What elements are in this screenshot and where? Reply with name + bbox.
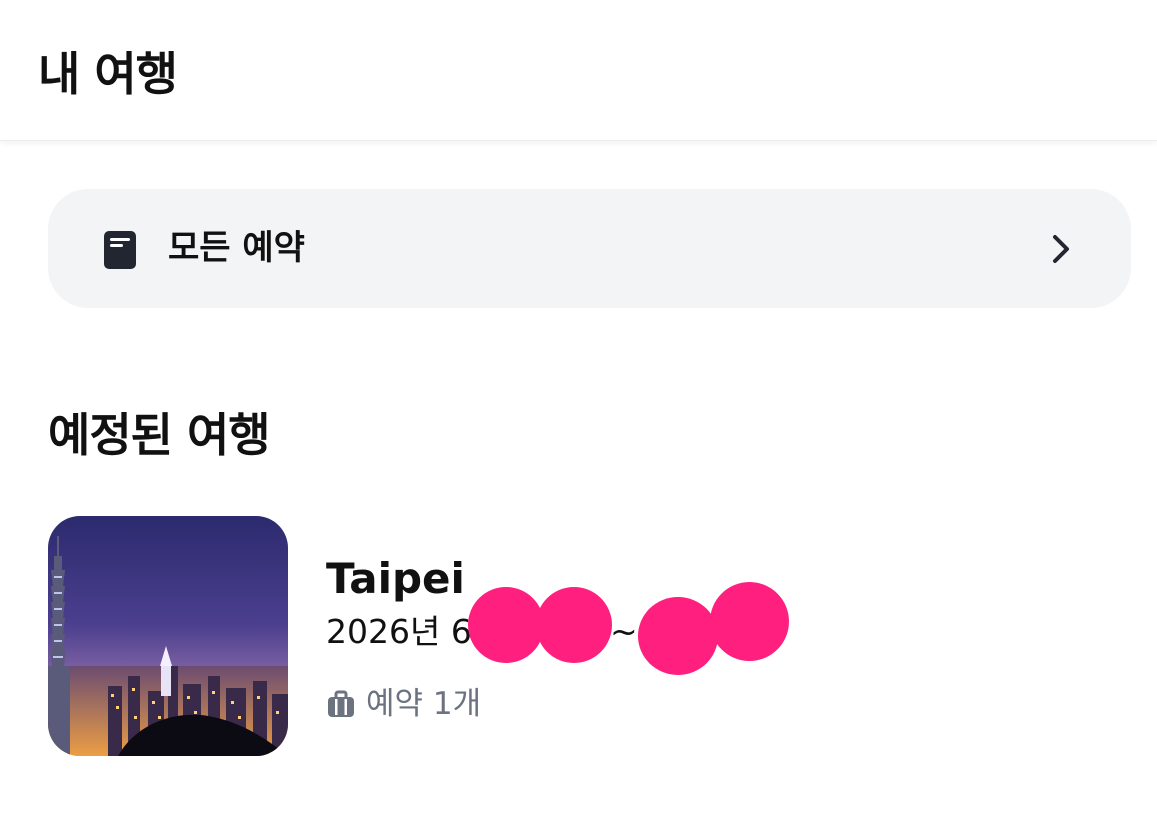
all-bookings-label: 모든 예약	[168, 228, 305, 268]
trip-city: Taipei	[326, 554, 465, 603]
trip-date-start: 2026년 6	[326, 612, 472, 651]
redaction-mark	[638, 597, 718, 675]
redaction-mark	[468, 587, 544, 663]
trip-bookings-count: 예약 1개	[366, 686, 482, 722]
suitcase-icon	[328, 690, 354, 717]
book-icon	[104, 231, 136, 269]
trip-thumbnail[interactable]	[48, 516, 288, 756]
redaction-mark	[710, 582, 789, 661]
app-header: 내 여행	[0, 0, 1157, 141]
trip-bookings: 예약 1개	[326, 682, 481, 726]
redaction-mark	[536, 587, 612, 663]
trip-dates: 2026년 6 ~	[326, 610, 638, 654]
taipei-skyline-image	[48, 516, 288, 756]
chevron-right-icon[interactable]	[1049, 233, 1073, 265]
upcoming-trips-title: 예정된 여행	[48, 408, 271, 462]
all-bookings-button[interactable]: 모든 예약	[48, 189, 1131, 308]
page-title: 내 여행	[38, 47, 178, 101]
trip-date-separator: ~	[610, 612, 638, 651]
